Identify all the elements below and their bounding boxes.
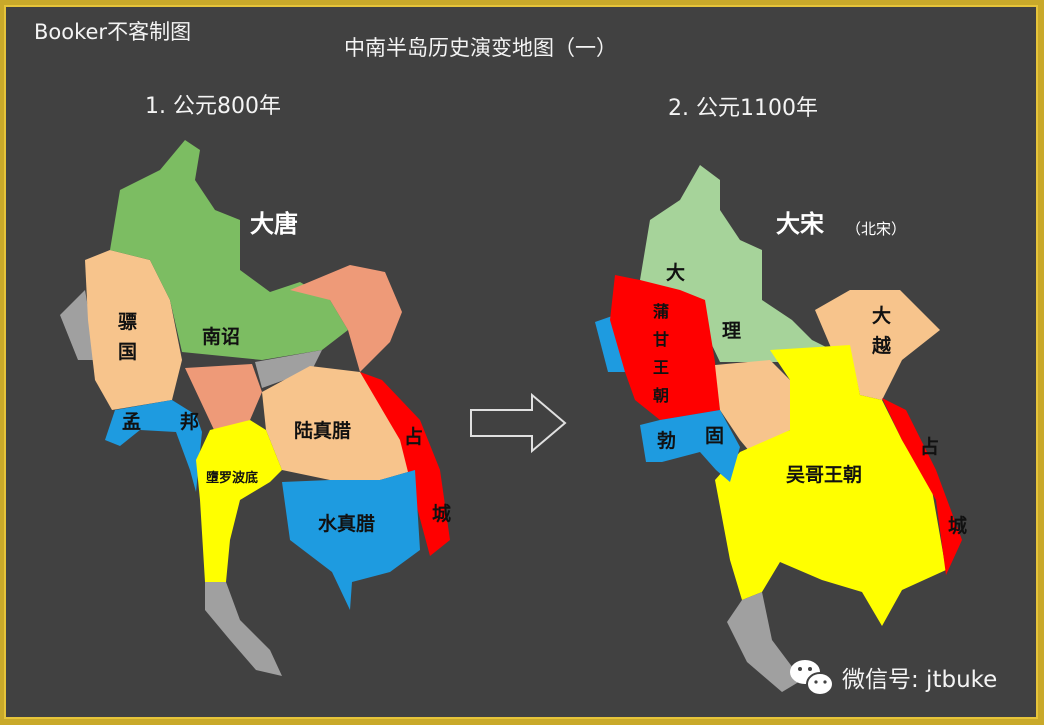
label-song-note: （北宋） <box>846 220 906 238</box>
label-dvaravati: 墮罗波底 <box>206 470 258 486</box>
label-dali-1: 大 <box>666 261 685 284</box>
label-water-chenla: 水真腊 <box>318 512 375 535</box>
label-piao-1: 骠 <box>118 311 137 333</box>
region-dvaravati <box>196 420 282 582</box>
watermark-text: 微信号: jtbuke <box>842 667 998 693</box>
region-peninsula-1100 <box>727 592 802 692</box>
region-water-chenla <box>282 470 420 610</box>
label-tang: 大唐 <box>250 209 298 238</box>
page-title: 中南半岛历史演变地图（一） <box>344 36 617 60</box>
label-champa-1: 占 <box>404 425 423 448</box>
label-mon-1: 孟 <box>122 411 141 433</box>
map1-heading: 1. 公元800年 <box>145 94 281 119</box>
region-pegu <box>640 410 740 482</box>
map-1100: 大宋 （北宋） 大 理 勃 固 大 越 吴哥王朝 占 城 <box>595 165 967 692</box>
label-daiviet-1: 大 <box>872 304 891 327</box>
label-daiviet-2: 越 <box>871 334 892 357</box>
wechat-icon <box>790 660 834 696</box>
label-song: 大宋 <box>776 209 824 238</box>
label-champa2-2: 城 <box>948 514 967 537</box>
label-dali-2: 理 <box>722 320 741 342</box>
label-khmer: 吴哥王朝 <box>786 464 862 486</box>
label-mon-2: 邦 <box>180 410 199 433</box>
label-pegu-1: 勃 <box>657 429 676 452</box>
label-nanzhao: 南诏 <box>202 326 240 348</box>
label-pagan: 蒲甘王朝 <box>650 303 669 415</box>
label-champa2-1: 占 <box>920 435 939 458</box>
right-arrow-icon <box>470 392 567 454</box>
map-800: 大唐 骠 国 南诏 孟 邦 墮罗波底 陆真腊 水真腊 占 城 <box>60 140 451 676</box>
label-piao-2: 国 <box>118 341 137 363</box>
credit-text: Booker不客制图 <box>34 20 192 44</box>
map2-heading: 2. 公元1100年 <box>668 96 818 121</box>
label-land-chenla: 陆真腊 <box>294 419 351 442</box>
region-peninsula-800 <box>205 582 282 676</box>
label-champa-2: 城 <box>432 502 451 525</box>
label-pegu-2: 固 <box>705 425 724 447</box>
